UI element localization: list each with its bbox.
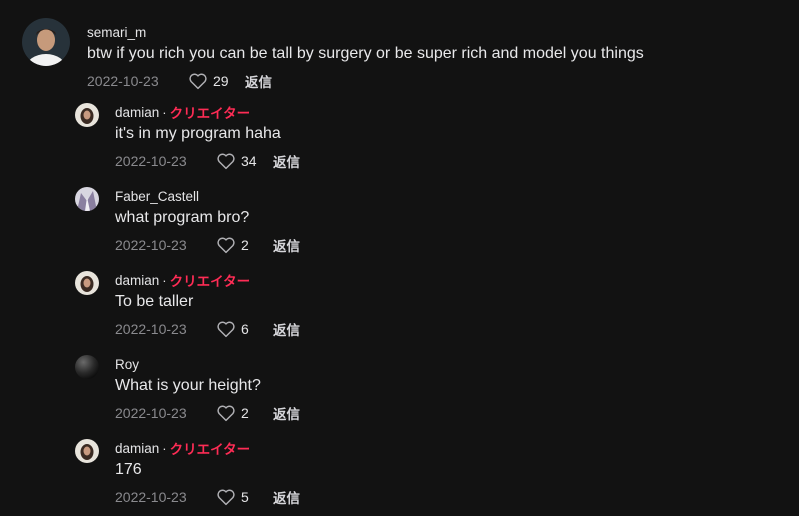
- comment-body: Roy What is your height? 2022-10-23 2 返信: [115, 355, 300, 423]
- comment-date: 2022-10-23: [87, 73, 159, 89]
- comment: semari_m btw if you rich you can be tall…: [22, 18, 644, 91]
- user-photo-icon: [75, 103, 99, 127]
- comment-header: semari_m: [87, 23, 644, 41]
- comment-text: it's in my program haha: [115, 125, 281, 142]
- comment-body: damian · クリエイター 176 2022-10-23 5 返信: [115, 439, 300, 507]
- comment-header: Roy: [115, 355, 300, 373]
- reply-comment: damian · クリエイター it's in my program haha …: [75, 103, 300, 171]
- separator: ·: [162, 440, 167, 456]
- like-count: 29: [213, 73, 229, 89]
- comment-body: semari_m btw if you rich you can be tall…: [87, 18, 644, 91]
- comment-text: 176: [115, 461, 142, 478]
- comment-text: btw if you rich you can be tall by surge…: [87, 45, 644, 62]
- username[interactable]: damian: [115, 105, 159, 120]
- comment-date: 2022-10-23: [115, 321, 187, 337]
- comment-date: 2022-10-23: [115, 405, 187, 421]
- user-photo-icon: [75, 355, 99, 379]
- reply-button[interactable]: 返信: [273, 151, 300, 171]
- heart-outline-icon: [217, 237, 235, 254]
- like-button[interactable]: 2: [216, 236, 261, 254]
- separator: ·: [162, 104, 167, 120]
- avatar[interactable]: [75, 187, 99, 211]
- comment-date: 2022-10-23: [115, 489, 187, 505]
- comment-meta: 2022-10-23 2 返信: [115, 235, 300, 255]
- reply-button[interactable]: 返信: [245, 71, 272, 91]
- comment-thread: semari_m btw if you rich you can be tall…: [0, 0, 799, 516]
- like-count: 6: [241, 321, 249, 337]
- user-photo-icon: [75, 187, 99, 211]
- comment-body: Faber_Castell what program bro? 2022-10-…: [115, 187, 300, 255]
- like-button[interactable]: 6: [216, 320, 261, 338]
- heart-outline-icon: [217, 321, 235, 338]
- separator: ·: [162, 272, 167, 288]
- like-button[interactable]: 34: [216, 152, 261, 170]
- reply-comment: Roy What is your height? 2022-10-23 2 返信: [75, 355, 300, 423]
- reply-button[interactable]: 返信: [273, 235, 300, 255]
- heart-outline-icon: [217, 405, 235, 422]
- username[interactable]: Faber_Castell: [115, 189, 199, 204]
- user-photo-icon: [75, 439, 99, 463]
- reply-comment: damian · クリエイター 176 2022-10-23 5 返信: [75, 439, 300, 507]
- like-button[interactable]: 29: [188, 72, 233, 90]
- comment-date: 2022-10-23: [115, 153, 187, 169]
- creator-badge: クリエイター: [169, 442, 251, 457]
- avatar[interactable]: [75, 271, 99, 295]
- comment-body: damian · クリエイター it's in my program haha …: [115, 103, 300, 171]
- like-count: 34: [241, 153, 257, 169]
- creator-badge: クリエイター: [169, 106, 251, 121]
- like-button[interactable]: 2: [216, 404, 261, 422]
- avatar[interactable]: [75, 439, 99, 463]
- username[interactable]: semari_m: [87, 25, 146, 40]
- comment-header: damian · クリエイター: [115, 271, 300, 290]
- comment-header: damian · クリエイター: [115, 439, 300, 458]
- comment-text: To be taller: [115, 293, 194, 310]
- like-count: 5: [241, 489, 249, 505]
- heart-outline-icon: [189, 73, 207, 90]
- comment-date: 2022-10-23: [115, 237, 187, 253]
- heart-outline-icon: [217, 153, 235, 170]
- reply-comment: damian · クリエイター To be taller 2022-10-23 …: [75, 271, 300, 339]
- like-count: 2: [241, 237, 249, 253]
- reply-button[interactable]: 返信: [273, 403, 300, 423]
- user-photo-icon: [22, 18, 70, 66]
- user-photo-icon: [75, 271, 99, 295]
- reply-comment: Faber_Castell what program bro? 2022-10-…: [75, 187, 300, 255]
- comment-meta: 2022-10-23 5 返信: [115, 487, 300, 507]
- avatar[interactable]: [22, 18, 70, 66]
- comment-meta: 2022-10-23 34 返信: [115, 151, 300, 171]
- heart-outline-icon: [217, 489, 235, 506]
- like-count: 2: [241, 405, 249, 421]
- comment-meta: 2022-10-23 29 返信: [87, 71, 644, 91]
- avatar[interactable]: [75, 355, 99, 379]
- reply-button[interactable]: 返信: [273, 319, 300, 339]
- comment-text: what program bro?: [115, 209, 250, 226]
- comment-meta: 2022-10-23 6 返信: [115, 319, 300, 339]
- username[interactable]: Roy: [115, 357, 139, 372]
- like-button[interactable]: 5: [216, 488, 261, 506]
- comment-header: Faber_Castell: [115, 187, 300, 205]
- avatar[interactable]: [75, 103, 99, 127]
- comment-header: damian · クリエイター: [115, 103, 300, 122]
- comment-body: damian · クリエイター To be taller 2022-10-23 …: [115, 271, 300, 339]
- creator-badge: クリエイター: [169, 274, 251, 289]
- username[interactable]: damian: [115, 441, 159, 456]
- reply-button[interactable]: 返信: [273, 487, 300, 507]
- username[interactable]: damian: [115, 273, 159, 288]
- comment-text: What is your height?: [115, 377, 261, 394]
- comment-meta: 2022-10-23 2 返信: [115, 403, 300, 423]
